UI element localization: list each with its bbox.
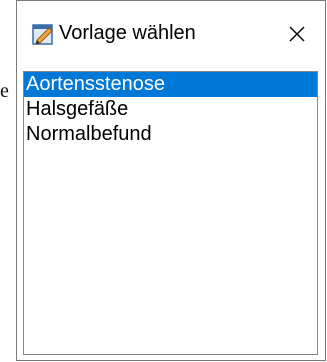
list-item[interactable]: Aortensstenose: [24, 72, 317, 97]
list-item[interactable]: Halsgefäße: [24, 97, 317, 122]
dialog-window: Vorlage wählen Aortensstenose Halsgefäße…: [16, 0, 326, 361]
close-button[interactable]: [269, 1, 325, 67]
list-item[interactable]: Normalbefund: [24, 122, 317, 147]
template-listbox[interactable]: Aortensstenose Halsgefäße Normalbefund: [23, 71, 318, 355]
notepad-pencil-icon: [32, 23, 54, 45]
close-icon: [288, 25, 306, 43]
title-bar[interactable]: Vorlage wählen: [17, 1, 325, 67]
window-title: Vorlage wählen: [59, 22, 196, 44]
background-text-fragment: e: [0, 80, 9, 102]
